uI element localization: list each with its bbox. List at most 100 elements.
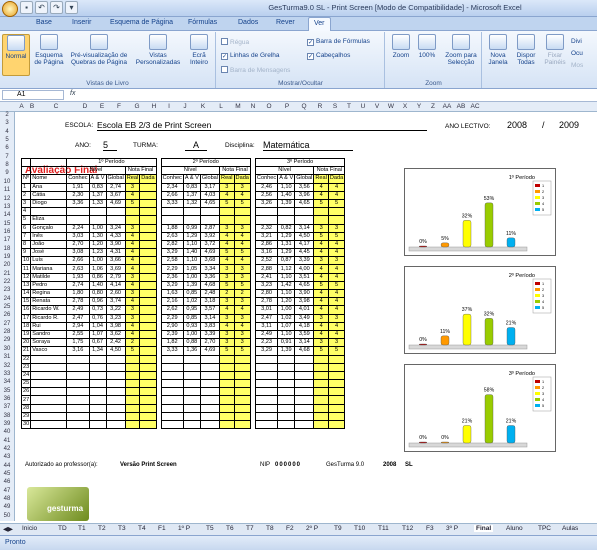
table-cell[interactable]: 2,70: [199, 338, 221, 348]
table-cell[interactable]: 1,00: [88, 256, 107, 266]
table-cell[interactable]: 3: [124, 182, 141, 192]
gridlines-checkbox[interactable]: ✓ Linhas de Grelha: [221, 52, 280, 60]
table-cell[interactable]: [139, 248, 157, 258]
table-cell[interactable]: 4: [124, 264, 141, 274]
column-header[interactable]: P: [278, 103, 296, 110]
table-cell[interactable]: 3,29: [160, 280, 184, 291]
sheet-tab[interactable]: T10: [354, 525, 365, 532]
table-cell[interactable]: 3,03: [66, 231, 90, 241]
table-cell[interactable]: 2,56: [254, 190, 279, 200]
table-cell[interactable]: [139, 411, 157, 422]
table-cell[interactable]: [294, 387, 315, 397]
table-cell[interactable]: [66, 354, 90, 364]
table-cell[interactable]: 27: [20, 395, 32, 405]
table-cell[interactable]: Real: [219, 174, 235, 184]
table-cell[interactable]: 1,04: [88, 321, 107, 331]
table-cell[interactable]: 3: [219, 182, 235, 192]
sheet-tab[interactable]: 3º P: [446, 525, 458, 532]
column-header[interactable]: E: [94, 103, 110, 110]
row-header[interactable]: 10: [0, 179, 14, 185]
table-cell[interactable]: [182, 379, 201, 389]
column-header[interactable]: U: [356, 103, 370, 110]
table-cell[interactable]: [199, 403, 221, 413]
table-cell[interactable]: 7: [20, 231, 32, 241]
table-cell[interactable]: [30, 370, 68, 381]
table-cell[interactable]: Nível: [254, 166, 315, 176]
sheet-tab[interactable]: T11: [378, 525, 389, 532]
table-cell[interactable]: 23: [20, 362, 32, 372]
table-cell[interactable]: [88, 419, 107, 430]
table-cell[interactable]: Eliza: [30, 215, 68, 225]
table-cell[interactable]: [88, 215, 107, 225]
table-cell[interactable]: 4,65: [294, 280, 315, 291]
sheet-tab[interactable]: T1: [78, 525, 86, 532]
row-header[interactable]: 13: [0, 204, 14, 210]
table-cell[interactable]: [219, 403, 235, 413]
table-cell[interactable]: 4: [327, 239, 346, 250]
table-cell[interactable]: [254, 207, 279, 217]
table-cell[interactable]: 0,93: [182, 321, 201, 331]
table-cell[interactable]: [199, 419, 221, 430]
table-cell[interactable]: Nível: [160, 166, 221, 176]
table-cell[interactable]: 1,10: [182, 239, 201, 250]
table-cell[interactable]: [199, 354, 221, 364]
table-cell[interactable]: 4: [327, 297, 346, 307]
table-cell[interactable]: 5: [313, 280, 329, 291]
table-cell[interactable]: [20, 166, 32, 176]
table-cell[interactable]: 0,76: [88, 313, 107, 323]
table-cell[interactable]: 0,85: [182, 288, 201, 299]
table-cell[interactable]: 3,51: [294, 272, 315, 282]
table-cell[interactable]: 4,00: [294, 264, 315, 274]
table-cell[interactable]: 1,93: [66, 272, 90, 282]
table-cell[interactable]: Luís: [30, 256, 68, 266]
table-cell[interactable]: [182, 411, 201, 422]
table-cell[interactable]: 5: [327, 346, 346, 356]
message-bar-checkbox[interactable]: Barra de Mensagens: [221, 66, 290, 74]
table-cell[interactable]: 4,68: [199, 280, 221, 291]
table-cell[interactable]: [254, 411, 279, 422]
table-cell[interactable]: [219, 215, 235, 225]
row-header[interactable]: 18: [0, 246, 14, 252]
table-cell[interactable]: [294, 215, 315, 225]
table-cell[interactable]: [182, 207, 201, 217]
table-cell[interactable]: [254, 403, 279, 413]
table-cell[interactable]: [160, 419, 184, 430]
table-cell[interactable]: Renata: [30, 297, 68, 307]
table-cell[interactable]: [254, 387, 279, 397]
table-cell[interactable]: 3,56: [294, 182, 315, 192]
table-cell[interactable]: 4: [313, 305, 329, 315]
table-cell[interactable]: 1,37: [88, 190, 107, 200]
table-cell[interactable]: 3,57: [199, 305, 221, 315]
sheet-tab[interactable]: F3: [426, 525, 434, 532]
column-header[interactable]: Q: [296, 103, 312, 110]
table-cell[interactable]: 2,78: [254, 297, 279, 307]
table-cell[interactable]: [313, 215, 329, 225]
table-cell[interactable]: 3,74: [105, 297, 126, 307]
table-cell[interactable]: [124, 207, 141, 217]
table-cell[interactable]: [160, 403, 184, 413]
table-cell[interactable]: Diogo: [30, 198, 68, 209]
table-cell[interactable]: 3,26: [254, 198, 279, 209]
table-cell[interactable]: 1,42: [277, 280, 296, 291]
table-cell[interactable]: 4: [327, 272, 346, 282]
table-cell[interactable]: [30, 207, 68, 217]
table-cell[interactable]: 3,14: [294, 223, 315, 233]
table-cell[interactable]: 1,23: [88, 248, 107, 258]
table-cell[interactable]: [327, 419, 346, 430]
table-cell[interactable]: [66, 387, 90, 397]
table-cell[interactable]: 3,14: [199, 313, 221, 323]
table-cell[interactable]: Nome: [30, 174, 68, 184]
table-cell[interactable]: [219, 379, 235, 389]
table-cell[interactable]: 3: [219, 338, 235, 348]
table-cell[interactable]: [88, 395, 107, 405]
table-cell[interactable]: 1,39: [277, 198, 296, 209]
table-cell[interactable]: 2,46: [254, 182, 279, 192]
tab-base[interactable]: Base: [36, 19, 52, 26]
table-cell[interactable]: [327, 411, 346, 422]
table-cell[interactable]: Dada: [327, 174, 346, 184]
table-cell[interactable]: 3,11: [254, 321, 279, 331]
table-cell[interactable]: 4: [124, 280, 141, 291]
table-cell[interactable]: [139, 305, 157, 315]
table-cell[interactable]: 4: [233, 190, 251, 200]
row-header[interactable]: 43: [0, 454, 14, 460]
